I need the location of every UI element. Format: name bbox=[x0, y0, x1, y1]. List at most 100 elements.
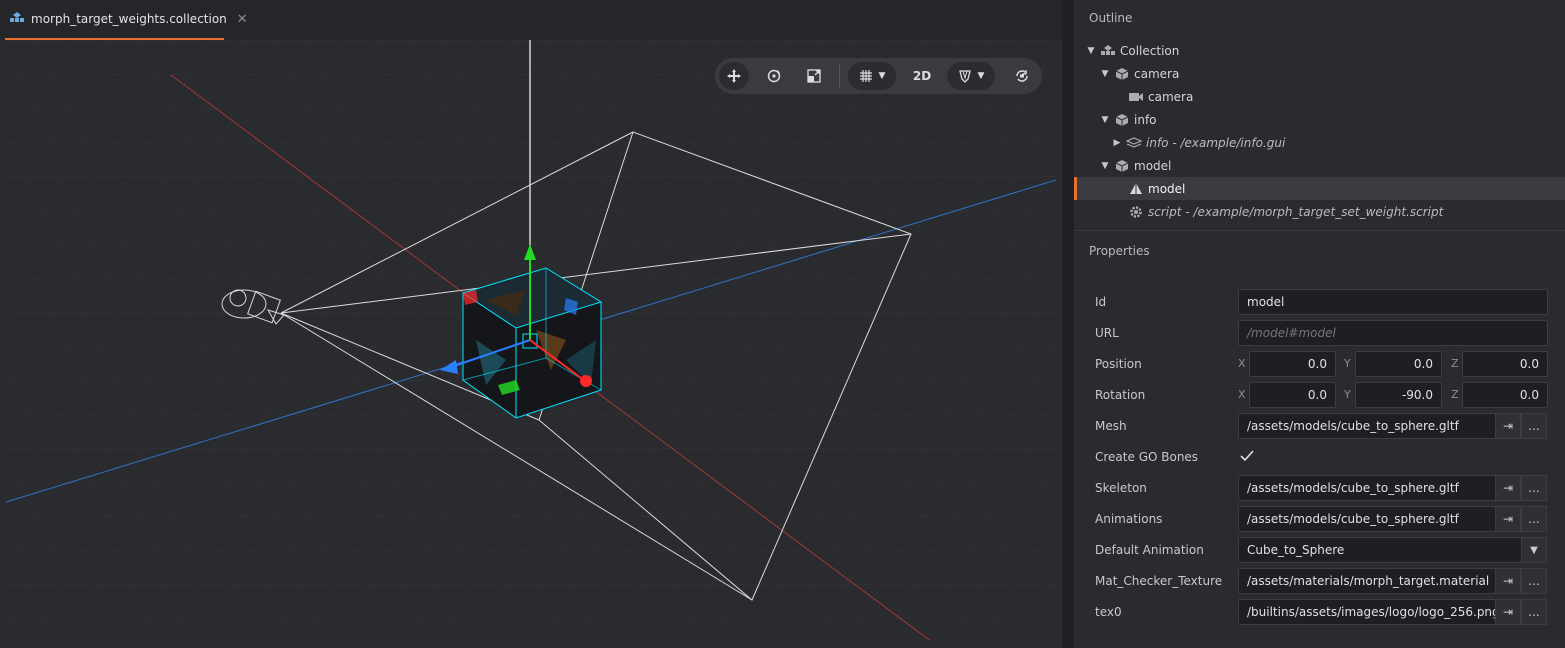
rotate-tool-button[interactable] bbox=[759, 62, 789, 90]
open-resource-button[interactable]: ⇥ bbox=[1495, 568, 1521, 594]
outline-item-info-go[interactable]: ▼ info bbox=[1074, 108, 1565, 131]
outline-item-model-go[interactable]: ▼ model bbox=[1074, 154, 1565, 177]
outline-label: script - /example/morph_target_set_weigh… bbox=[1148, 204, 1444, 219]
gui-layers-icon bbox=[1126, 135, 1142, 151]
open-resource-button[interactable]: ⇥ bbox=[1495, 413, 1521, 439]
prop-tex0: tex0 /builtins/assets/images/logo/logo_2… bbox=[1074, 598, 1565, 626]
position-x-field[interactable]: 0.0 bbox=[1249, 351, 1336, 377]
animations-field[interactable]: /assets/models/cube_to_sphere.gltf bbox=[1238, 506, 1496, 532]
gear-icon bbox=[1128, 204, 1144, 220]
scale-tool-button[interactable] bbox=[799, 62, 829, 90]
goto-icon: ⇥ bbox=[1502, 605, 1514, 619]
prop-create-go-bones: Create GO Bones bbox=[1074, 443, 1565, 471]
reset-camera-button[interactable] bbox=[1007, 62, 1037, 90]
outline-label: Collection bbox=[1120, 43, 1180, 58]
scene-viewport[interactable]: ▼ 2D ▼ bbox=[6, 40, 1056, 640]
prop-animations: Animations /assets/models/cube_to_sphere… bbox=[1074, 505, 1565, 533]
prop-label: Default Animation bbox=[1095, 543, 1204, 557]
position-z-field[interactable]: 0.0 bbox=[1462, 351, 1548, 377]
browse-button[interactable]: ... bbox=[1521, 413, 1547, 439]
outline-item-info-gui[interactable]: ▶ info - /example/info.gui bbox=[1074, 131, 1565, 154]
dropdown-button[interactable]: ▼ bbox=[1521, 537, 1547, 563]
visibility-filter-button[interactable]: ▼ bbox=[947, 62, 995, 90]
browse-button[interactable]: ... bbox=[1521, 568, 1547, 594]
caret-right-icon: ▶ bbox=[1113, 137, 1121, 148]
prop-mat-checker-texture: Mat_Checker_Texture /assets/materials/mo… bbox=[1074, 567, 1565, 595]
prop-label: tex0 bbox=[1095, 605, 1122, 619]
goto-icon: ⇥ bbox=[1502, 574, 1514, 588]
rotation-x-field[interactable]: 0.0 bbox=[1249, 382, 1336, 408]
position-y-field[interactable]: 0.0 bbox=[1355, 351, 1442, 377]
collection-icon bbox=[9, 10, 25, 29]
chevron-down-icon: ▼ bbox=[977, 71, 985, 81]
rotate-icon bbox=[767, 69, 781, 83]
rotation-z-field[interactable]: 0.0 bbox=[1462, 382, 1548, 408]
outline-item-camera-go[interactable]: ▼ camera bbox=[1074, 62, 1565, 85]
mesh-field[interactable]: /assets/models/cube_to_sphere.gltf bbox=[1238, 413, 1496, 439]
browse-button[interactable]: ... bbox=[1521, 475, 1547, 501]
outline-item-collection[interactable]: ▼ Collection bbox=[1074, 39, 1565, 62]
outline-label: model bbox=[1134, 158, 1172, 173]
prop-label: Skeleton bbox=[1095, 481, 1147, 495]
outline-label: model bbox=[1148, 181, 1186, 196]
axis-y-label: Y bbox=[1344, 357, 1351, 370]
tex0-field[interactable]: /builtins/assets/images/logo/logo_256.pn… bbox=[1238, 599, 1496, 625]
url-field[interactable]: /model#model bbox=[1238, 320, 1548, 346]
material-field[interactable]: /assets/materials/morph_target.material bbox=[1238, 568, 1496, 594]
goto-icon: ⇥ bbox=[1502, 481, 1514, 495]
game-object-icon bbox=[1114, 112, 1130, 128]
prop-label: Mat_Checker_Texture bbox=[1095, 574, 1223, 588]
scale-icon bbox=[807, 69, 821, 83]
scene-canvas[interactable] bbox=[6, 40, 1056, 640]
prop-position: Position X 0.0 Y 0.0 Z 0.0 bbox=[1074, 350, 1565, 378]
axis-z-label: Z bbox=[1451, 388, 1459, 401]
prop-label: Rotation bbox=[1095, 388, 1146, 402]
tab-morph-target-weights[interactable]: morph_target_weights.collection ✕ bbox=[5, 0, 248, 40]
skeleton-field[interactable]: /assets/models/cube_to_sphere.gltf bbox=[1238, 475, 1496, 501]
move-icon bbox=[727, 69, 741, 83]
outline-tree: ▼ Collection ▼ camera camera ▼ info ▶ in… bbox=[1074, 38, 1565, 230]
grid-icon bbox=[859, 70, 872, 82]
game-object-icon bbox=[1114, 66, 1130, 82]
grid-settings-button[interactable]: ▼ bbox=[848, 62, 896, 90]
browse-button[interactable]: ... bbox=[1521, 599, 1547, 625]
game-object-icon bbox=[1114, 158, 1130, 174]
axis-x-label: X bbox=[1238, 388, 1246, 401]
prop-label: Animations bbox=[1095, 512, 1163, 526]
browse-button[interactable]: ... bbox=[1521, 506, 1547, 532]
close-icon[interactable]: ✕ bbox=[237, 12, 248, 27]
outline-label: camera bbox=[1148, 89, 1194, 104]
move-tool-button[interactable] bbox=[719, 62, 749, 90]
axis-y-label: Y bbox=[1344, 388, 1351, 401]
prop-label: URL bbox=[1095, 326, 1119, 340]
caret-down-icon: ▼ bbox=[1101, 114, 1109, 125]
outline-item-model-component[interactable]: model bbox=[1074, 177, 1565, 200]
caret-down-icon: ▼ bbox=[1101, 160, 1109, 171]
id-field[interactable]: model bbox=[1238, 289, 1548, 315]
properties-panel: Id model URL /model#model Position X 0.0… bbox=[1074, 240, 1565, 648]
open-resource-button[interactable]: ⇥ bbox=[1495, 475, 1521, 501]
prop-label: Id bbox=[1095, 295, 1107, 309]
open-resource-button[interactable]: ⇥ bbox=[1495, 599, 1521, 625]
default-animation-select[interactable]: Cube_to_Sphere bbox=[1238, 537, 1522, 563]
goto-icon: ⇥ bbox=[1502, 419, 1514, 433]
tab-bar: morph_target_weights.collection ✕ bbox=[0, 0, 1062, 40]
right-panel: Outline ▼ Collection ▼ camera camera ▼ i… bbox=[1074, 0, 1565, 648]
caret-down-icon: ▼ bbox=[1101, 68, 1109, 79]
rotation-y-field[interactable]: -90.0 bbox=[1355, 382, 1442, 408]
create-go-bones-checkbox[interactable] bbox=[1238, 447, 1256, 465]
mode-2d-button[interactable]: 2D bbox=[907, 62, 937, 90]
outline-item-camera-component[interactable]: camera bbox=[1074, 85, 1565, 108]
editor-window: morph_target_weights.collection ✕ ▼ 2D ▼… bbox=[0, 0, 1565, 648]
outline-label: camera bbox=[1134, 66, 1180, 81]
camera-icon bbox=[1128, 89, 1144, 105]
prop-label: Create GO Bones bbox=[1095, 450, 1199, 464]
prop-id: Id model bbox=[1074, 288, 1565, 316]
prop-skeleton: Skeleton /assets/models/cube_to_sphere.g… bbox=[1074, 474, 1565, 502]
open-resource-button[interactable]: ⇥ bbox=[1495, 506, 1521, 532]
outline-item-script[interactable]: script - /example/morph_target_set_weigh… bbox=[1074, 200, 1565, 223]
outline-label: info - /example/info.gui bbox=[1146, 135, 1286, 150]
prop-url: URL /model#model bbox=[1074, 319, 1565, 347]
refresh-camera-icon bbox=[1016, 70, 1028, 82]
prop-rotation: Rotation X 0.0 Y -90.0 Z 0.0 bbox=[1074, 381, 1565, 409]
